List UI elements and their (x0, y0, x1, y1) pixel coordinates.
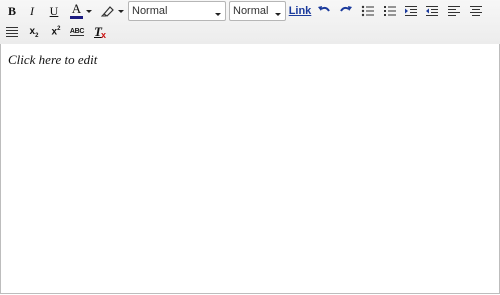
editor-placeholder-text: Click here to edit (8, 52, 98, 67)
align-center-icon (469, 5, 483, 17)
link-label: Link (288, 5, 312, 17)
text-color-button[interactable]: A (67, 1, 95, 21)
align-left-button[interactable] (446, 1, 462, 21)
format-select[interactable]: Normal (128, 1, 226, 21)
undo-button[interactable] (316, 1, 332, 21)
indent-button[interactable] (403, 1, 419, 21)
chevron-down-icon (275, 13, 281, 16)
bullet-list-icon (361, 5, 375, 17)
redo-icon (339, 5, 353, 17)
text-color-icon: A (70, 2, 83, 19)
align-justify-icon (5, 26, 19, 38)
toolbar: B I U A Normal Normal Link x2 x2 ABC T x (0, 0, 500, 45)
spellcheck-icon: ABC (69, 28, 85, 36)
underline-icon: U (49, 4, 59, 18)
align-center-button[interactable] (468, 1, 484, 21)
text-color-swatch (70, 16, 83, 19)
clear-format-button[interactable]: T x (92, 22, 108, 42)
align-left-icon (447, 5, 461, 17)
italic-icon: I (30, 4, 34, 18)
bold-button[interactable]: B (5, 1, 19, 21)
highlight-button[interactable] (99, 1, 126, 21)
subscript-button[interactable]: x2 (26, 22, 42, 42)
bullet-list-button[interactable] (360, 1, 376, 21)
underline-button[interactable]: U (47, 1, 61, 21)
outdent-icon (425, 5, 439, 17)
indent-icon (404, 5, 418, 17)
font-select-value: Normal (233, 5, 269, 17)
link-button[interactable]: Link (288, 1, 312, 21)
numbered-list-icon (383, 5, 397, 17)
italic-button[interactable]: I (25, 1, 39, 21)
outdent-button[interactable] (424, 1, 440, 21)
clear-format-icon: T x (94, 24, 107, 40)
align-justify-button[interactable] (4, 22, 20, 42)
editor-area[interactable]: Click here to edit (0, 44, 500, 294)
superscript-button[interactable]: x2 (48, 22, 64, 42)
chevron-down-icon (86, 9, 92, 13)
bold-icon: B (7, 4, 16, 18)
chevron-down-icon (215, 13, 221, 16)
font-select[interactable]: Normal (229, 1, 286, 21)
spellcheck-button[interactable]: ABC (67, 22, 87, 42)
superscript-icon: x2 (51, 26, 61, 38)
chevron-down-icon (118, 9, 124, 13)
redo-button[interactable] (338, 1, 354, 21)
undo-icon (317, 5, 331, 17)
highlight-icon (101, 5, 115, 17)
subscript-icon: x2 (29, 25, 39, 39)
format-select-value: Normal (132, 5, 168, 17)
numbered-list-button[interactable] (382, 1, 398, 21)
